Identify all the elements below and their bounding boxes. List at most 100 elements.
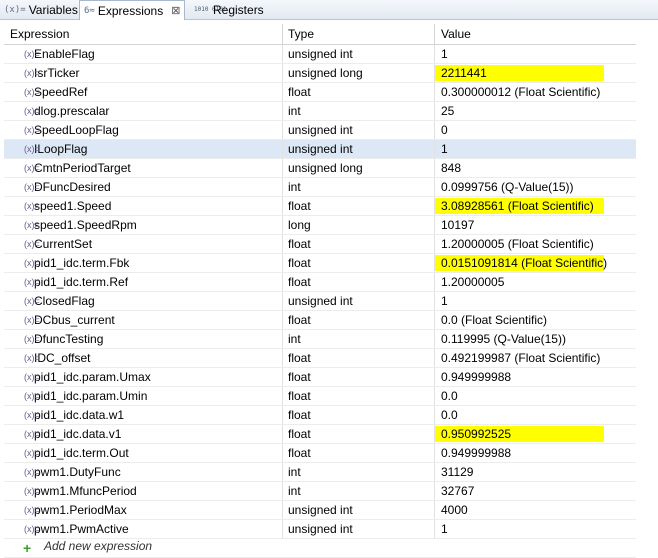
variable-icon: (x)= bbox=[24, 296, 40, 306]
tab-registers[interactable]: 1010 0101 Registers bbox=[190, 0, 270, 19]
expression-cell[interactable]: (x)= pwm1.PeriodMax bbox=[4, 501, 283, 519]
expression-cell[interactable]: (x)= pwm1.PwmActive bbox=[4, 520, 283, 538]
value-cell[interactable]: 4000 bbox=[435, 501, 636, 519]
expression-cell[interactable]: (x)= pwm1.MfuncPeriod bbox=[4, 482, 283, 500]
value-cell[interactable]: 1 bbox=[435, 45, 636, 63]
value-cell[interactable]: 1.20000005 (Float Scientific) bbox=[435, 235, 636, 253]
value-cell[interactable]: 0.0151091814 (Float Scientific) bbox=[435, 254, 636, 272]
value-cell[interactable]: 0.492199987 (Float Scientific) bbox=[435, 349, 636, 367]
variable-icon: (x)= bbox=[24, 505, 40, 515]
table-row[interactable]: (x)= pid1_idc.param.Umax float 0.949999988 bbox=[4, 368, 636, 387]
expression-cell[interactable]: (x)= DfuncTesting bbox=[4, 330, 283, 348]
table-row[interactable]: (x)= pid1_idc.param.Umin float 0.0 bbox=[4, 387, 636, 406]
value-cell[interactable]: 848 bbox=[435, 159, 636, 177]
table-row[interactable]: (x)= pwm1.DutyFunc int 31129 bbox=[4, 463, 636, 482]
expression-cell[interactable]: (x)= DCbus_current bbox=[4, 311, 283, 329]
value-cell[interactable]: 1 bbox=[435, 292, 636, 310]
expression-cell[interactable]: (x)= EnableFlag bbox=[4, 45, 283, 63]
expression-cell[interactable]: (x)= ClosedFlag bbox=[4, 292, 283, 310]
expression-cell[interactable]: (x)= pwm1.DutyFunc bbox=[4, 463, 283, 481]
expression-name: IsrTicker bbox=[34, 66, 80, 80]
expression-cell[interactable]: (x)= SpeedRef bbox=[4, 83, 283, 101]
expression-cell[interactable]: (x)= speed1.SpeedRpm bbox=[4, 216, 283, 234]
expression-cell[interactable]: (x)= pid1_idc.param.Umax bbox=[4, 368, 283, 386]
table-row[interactable]: (x)= speed1.Speed float 3.08928561 (Float S… bbox=[4, 197, 636, 216]
variable-icon: (x)= bbox=[24, 87, 40, 97]
value-cell[interactable]: 0.949999988 bbox=[435, 368, 636, 386]
expression-cell[interactable]: (x)= pid1_idc.term.Out bbox=[4, 444, 283, 462]
type-cell: long bbox=[283, 216, 435, 234]
expression-cell[interactable]: (x)= CmtnPeriodTarget bbox=[4, 159, 283, 177]
expression-cell[interactable]: (x)= pid1_idc.data.v1 bbox=[4, 425, 283, 443]
value-cell[interactable]: 0.0999756 (Q-Value(15)) bbox=[435, 178, 636, 196]
value-cell[interactable]: 0.0 bbox=[435, 406, 636, 424]
table-row[interactable]: (x)= pwm1.PeriodMax unsigned int 4000 bbox=[4, 501, 636, 520]
value-cell[interactable]: 0.0 (Float Scientific) bbox=[435, 311, 636, 329]
table-row[interactable]: (x)= DFuncDesired int 0.0999756 (Q-Value(15… bbox=[4, 178, 636, 197]
value-cell[interactable]: 31129 bbox=[435, 463, 636, 481]
table-row[interactable]: (x)= pwm1.MfuncPeriod int 32767 bbox=[4, 482, 636, 501]
table-row[interactable]: (x)= pid1_idc.data.v1 float 0.950992525 bbox=[4, 425, 636, 444]
expression-cell[interactable]: (x)= pid1_idc.term.Fbk bbox=[4, 254, 283, 272]
value-cell[interactable]: 0 bbox=[435, 121, 636, 139]
tab-expressions[interactable]: 6≈ Expressions ⊠ bbox=[79, 0, 185, 20]
value-cell[interactable]: 1 bbox=[435, 140, 636, 158]
table-row[interactable]: (x)= DfuncTesting int 0.119995 (Q-Value(15)… bbox=[4, 330, 636, 349]
table-row[interactable]: (x)= CurrentSet float 1.20000005 (Float Sci… bbox=[4, 235, 636, 254]
table-row[interactable]: (x)= pid1_idc.data.w1 float 0.0 bbox=[4, 406, 636, 425]
expression-name: EnableFlag bbox=[34, 47, 95, 61]
value-cell[interactable]: 10197 bbox=[435, 216, 636, 234]
table-row[interactable]: (x)= pid1_idc.term.Fbk float 0.0151091814 (… bbox=[4, 254, 636, 273]
expression-cell[interactable]: (x)= pid1_idc.data.w1 bbox=[4, 406, 283, 424]
expression-cell[interactable]: (x)= CurrentSet bbox=[4, 235, 283, 253]
value-cell[interactable]: 2211441 bbox=[435, 64, 636, 82]
tab-variables[interactable]: (x)= Variables bbox=[0, 0, 78, 19]
value-cell[interactable]: 0.950992525 bbox=[435, 425, 636, 443]
close-icon[interactable]: ⊠ bbox=[171, 4, 180, 17]
table-row[interactable]: (x)= IsrTicker unsigned long 2211441 bbox=[4, 64, 636, 83]
expression-cell[interactable]: (x)= IsrTicker bbox=[4, 64, 283, 82]
add-new-expression-label[interactable]: Add new expression bbox=[44, 539, 152, 553]
value-cell[interactable]: 25 bbox=[435, 102, 636, 120]
table-row[interactable]: (x)= SpeedLoopFlag unsigned int 0 bbox=[4, 121, 636, 140]
column-header-value[interactable]: Value bbox=[435, 24, 636, 44]
expression-name: SpeedLoopFlag bbox=[34, 123, 119, 137]
table-row[interactable]: (x)= ILoopFlag unsigned int 1 bbox=[4, 140, 636, 159]
table-row[interactable]: (x)= EnableFlag unsigned int 1 bbox=[4, 45, 636, 64]
value-cell[interactable]: 0.0 bbox=[435, 387, 636, 405]
registers-icon: 1010 0101 bbox=[194, 5, 227, 13]
value-cell[interactable]: 0.949999988 bbox=[435, 444, 636, 462]
value-cell[interactable]: 32767 bbox=[435, 482, 636, 500]
column-header-expression[interactable]: Expression bbox=[4, 24, 283, 44]
table-row[interactable]: (x)= speed1.SpeedRpm long 10197 bbox=[4, 216, 636, 235]
table-row[interactable]: (x)= ClosedFlag unsigned int 1 bbox=[4, 292, 636, 311]
column-header-type[interactable]: Type bbox=[283, 24, 435, 44]
value-cell[interactable]: 1.20000005 bbox=[435, 273, 636, 291]
table-row[interactable]: (x)= CmtnPeriodTarget unsigned long 848 bbox=[4, 159, 636, 178]
expression-cell[interactable]: (x)= DFuncDesired bbox=[4, 178, 283, 196]
value-text: 2211441 bbox=[435, 65, 604, 81]
expression-cell[interactable]: (x)= pid1_idc.param.Umin bbox=[4, 387, 283, 405]
expression-cell[interactable]: (x)= speed1.Speed bbox=[4, 197, 283, 215]
table-row[interactable]: (x)= dlog.prescalar int 25 bbox=[4, 102, 636, 121]
expression-cell[interactable]: (x)= pid1_idc.term.Ref bbox=[4, 273, 283, 291]
expression-cell[interactable]: (x)= dlog.prescalar bbox=[4, 102, 283, 120]
value-cell[interactable]: 3.08928561 (Float Scientific) bbox=[435, 197, 636, 215]
value-cell[interactable]: 1 bbox=[435, 520, 636, 538]
table-row[interactable]: (x)= pid1_idc.term.Ref float 1.20000005 bbox=[4, 273, 636, 292]
table-row[interactable]: (x)= DCbus_current float 0.0 (Float Scienti… bbox=[4, 311, 636, 330]
table-row[interactable]: (x)= SpeedRef float 0.300000012 (Float Scie… bbox=[4, 83, 636, 102]
table-row[interactable]: (x)= pid1_idc.term.Out float 0.949999988 bbox=[4, 444, 636, 463]
expression-cell[interactable]: (x)= SpeedLoopFlag bbox=[4, 121, 283, 139]
type-cell: unsigned int bbox=[283, 501, 435, 519]
value-text: 10197 bbox=[441, 218, 475, 232]
expression-cell[interactable]: (x)= IDC_offset bbox=[4, 349, 283, 367]
table-row[interactable]: (x)= pwm1.PwmActive unsigned int 1 bbox=[4, 520, 636, 539]
value-text: 3.08928561 (Float Scientific) bbox=[435, 198, 604, 214]
value-cell[interactable]: 0.300000012 (Float Scientific) bbox=[435, 83, 636, 101]
table-row[interactable]: (x)= IDC_offset float 0.492199987 (Float Sc… bbox=[4, 349, 636, 368]
expression-cell[interactable]: (x)= ILoopFlag bbox=[4, 140, 283, 158]
view-tab-bar: (x)= Variables 6≈ Expressions ⊠ 1010 010… bbox=[0, 0, 658, 20]
type-cell: int bbox=[283, 178, 435, 196]
value-cell[interactable]: 0.119995 (Q-Value(15)) bbox=[435, 330, 636, 348]
